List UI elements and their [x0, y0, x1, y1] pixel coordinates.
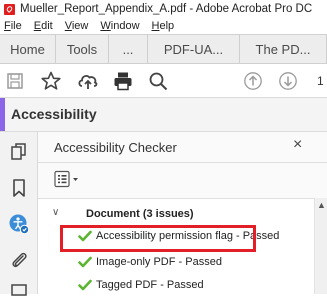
tree-item-label: Image-only PDF - Passed	[96, 256, 222, 268]
print-icon[interactable]	[113, 71, 133, 91]
title-bar: Mueller_Report_Appendix_A.pdf - Adobe Ac…	[0, 0, 327, 18]
tab-document-pdf-ua[interactable]: PDF-UA...	[148, 35, 240, 63]
menu-window[interactable]: Window	[100, 20, 139, 32]
toolbar: 1	[0, 64, 327, 98]
header-accent	[0, 98, 5, 131]
tab-bar: Home Tools ... PDF-UA... The PD...	[0, 34, 327, 64]
accessibility-checker-panel: Accessibility Checker × ∨ Document (3 is…	[38, 132, 327, 294]
highlight-annotation	[60, 225, 256, 252]
tab-home[interactable]: Home	[0, 35, 56, 63]
results-tree: ∨ Document (3 issues) Accessibility perm…	[38, 198, 314, 294]
menu-help[interactable]: Help	[152, 20, 175, 32]
menu-bar: File Edit View Window Help	[0, 18, 327, 34]
save-icon[interactable]	[6, 72, 24, 90]
chevron-down-icon[interactable]: ∨	[52, 207, 59, 218]
tree-item-label: Tagged PDF - Passed	[96, 279, 204, 291]
zoom-icon[interactable]	[148, 71, 168, 91]
tree-item-image-only[interactable]: Image-only PDF - Passed	[78, 256, 222, 268]
tool-title: Accessibility	[11, 106, 97, 122]
tab-tools[interactable]: Tools	[56, 35, 109, 63]
menu-edit[interactable]: Edit	[34, 20, 53, 32]
panel-divider	[38, 162, 327, 163]
previous-page-icon[interactable]	[243, 71, 263, 91]
tree-group-document[interactable]: Document (3 issues)	[86, 208, 194, 220]
options-menu-icon[interactable]	[54, 170, 82, 188]
check-passed-icon	[78, 279, 92, 291]
panel-title: Accessibility Checker	[54, 140, 177, 155]
tab-more[interactable]: ...	[109, 35, 148, 63]
close-icon[interactable]: ×	[293, 136, 302, 154]
acrobat-logo-icon	[4, 3, 15, 15]
tool-header: Accessibility	[0, 98, 327, 132]
tab-document-the-pd[interactable]: The PD...	[240, 35, 327, 63]
left-rail	[0, 132, 38, 296]
next-page-icon[interactable]	[278, 71, 298, 91]
accessibility-icon[interactable]	[8, 213, 30, 235]
bookmark-icon[interactable]	[9, 178, 29, 198]
scrollbar[interactable]: ▲	[314, 198, 327, 294]
page-number-field[interactable]: 1	[317, 74, 324, 88]
bookmark-star-icon[interactable]	[41, 71, 61, 91]
attachment-paperclip-icon[interactable]	[9, 250, 29, 270]
upload-cloud-icon[interactable]	[77, 71, 99, 91]
check-passed-icon	[78, 256, 92, 268]
pages-thumbnail-icon[interactable]	[9, 142, 29, 162]
layers-icon[interactable]	[9, 284, 29, 304]
tree-item-tagged-pdf[interactable]: Tagged PDF - Passed	[78, 279, 204, 291]
window-title: Mueller_Report_Appendix_A.pdf - Adobe Ac…	[20, 3, 313, 15]
menu-file[interactable]: File	[4, 20, 22, 32]
scroll-up-icon[interactable]: ▲	[317, 200, 326, 210]
menu-view[interactable]: View	[65, 20, 89, 32]
